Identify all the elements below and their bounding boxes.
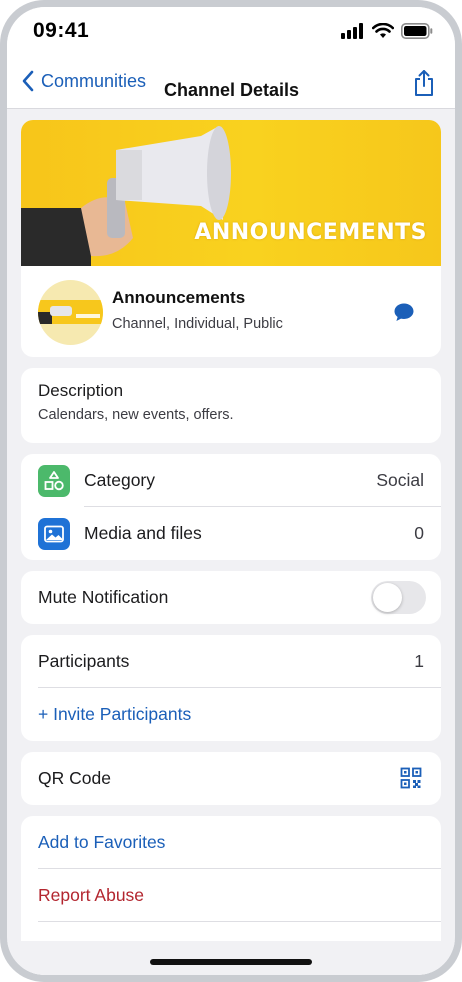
back-button[interactable]: Communities	[21, 69, 146, 93]
qr-card: QR Code	[21, 752, 441, 805]
mute-toggle[interactable]	[371, 581, 426, 614]
qr-code-label: QR Code	[38, 768, 111, 788]
image-icon	[44, 525, 64, 542]
share-button[interactable]	[413, 69, 435, 102]
bottom-safe-area	[7, 941, 455, 975]
favorites-row: Add to Favorites	[21, 816, 441, 869]
content: ANNOUNCEMENTS Announcements Channel, Ind…	[21, 120, 441, 975]
details-card: Category Social Media and files 0	[21, 454, 441, 560]
description-card: Description Calendars, new events, offer…	[21, 368, 441, 443]
category-row[interactable]: Category Social	[21, 454, 441, 507]
category-label: Category	[84, 470, 156, 490]
description-text: Calendars, new events, offers.	[38, 407, 234, 423]
report-row: Report Abuse	[21, 869, 441, 922]
chat-bubble-icon	[394, 303, 414, 321]
invite-participants-link[interactable]: + Invite Participants	[38, 704, 191, 725]
qr-code-button[interactable]	[400, 767, 422, 794]
participants-label: Participants	[38, 651, 130, 671]
report-abuse-button[interactable]: Report Abuse	[38, 885, 144, 906]
share-icon	[415, 70, 433, 96]
mute-card: Mute Notification	[21, 571, 441, 624]
participants-card: Participants 1 + Invite Participants	[21, 635, 441, 741]
navigation-bar: Communities Channel Details	[7, 57, 455, 109]
channel-info-row: Announcements Channel, Individual, Publi…	[21, 266, 441, 357]
mute-label: Mute Notification	[38, 587, 169, 607]
media-files-count: 0	[414, 523, 424, 543]
back-button-label: Communities	[41, 70, 147, 91]
category-value: Social	[376, 470, 424, 490]
channel-name: Announcements	[112, 288, 246, 307]
home-indicator	[150, 959, 312, 965]
device-frame: 09:41 Communities Channel Details ANNOUN…	[0, 0, 462, 982]
invite-row: + Invite Participants	[21, 688, 441, 741]
chevron-left-icon	[22, 70, 34, 92]
screen: 09:41 Communities Channel Details ANNOUN…	[7, 7, 455, 975]
qr-code-icon	[400, 767, 422, 789]
description-label: Description	[38, 381, 124, 400]
status-icons	[341, 23, 433, 39]
shapes-icon	[44, 470, 64, 490]
participants-row[interactable]: Participants 1	[21, 635, 441, 688]
page-title: Channel Details	[164, 80, 300, 100]
category-icon-badge	[38, 464, 70, 497]
channel-banner: ANNOUNCEMENTS	[21, 120, 441, 266]
channel-header-card: ANNOUNCEMENTS Announcements Channel, Ind…	[21, 120, 441, 357]
status-time: 09:41	[33, 19, 90, 42]
avatar-megaphone-icon	[38, 300, 103, 324]
media-files-label: Media and files	[84, 523, 202, 543]
mute-row: Mute Notification	[21, 571, 441, 624]
media-icon-badge	[38, 517, 70, 550]
participants-count: 1	[414, 651, 424, 671]
qr-code-row[interactable]: QR Code	[21, 752, 441, 805]
banner-text: ANNOUNCEMENTS	[194, 220, 427, 245]
battery-icon	[401, 23, 433, 39]
status-bar: 09:41	[7, 7, 455, 57]
media-files-row[interactable]: Media and files 0	[21, 507, 441, 560]
toggle-knob	[373, 583, 402, 612]
channel-subtitle: Channel, Individual, Public	[112, 316, 283, 332]
chat-button[interactable]	[393, 302, 415, 327]
add-to-favorites-button[interactable]: Add to Favorites	[38, 832, 165, 853]
signal-icon	[341, 23, 363, 39]
wifi-icon	[372, 23, 394, 38]
channel-avatar	[38, 280, 103, 345]
